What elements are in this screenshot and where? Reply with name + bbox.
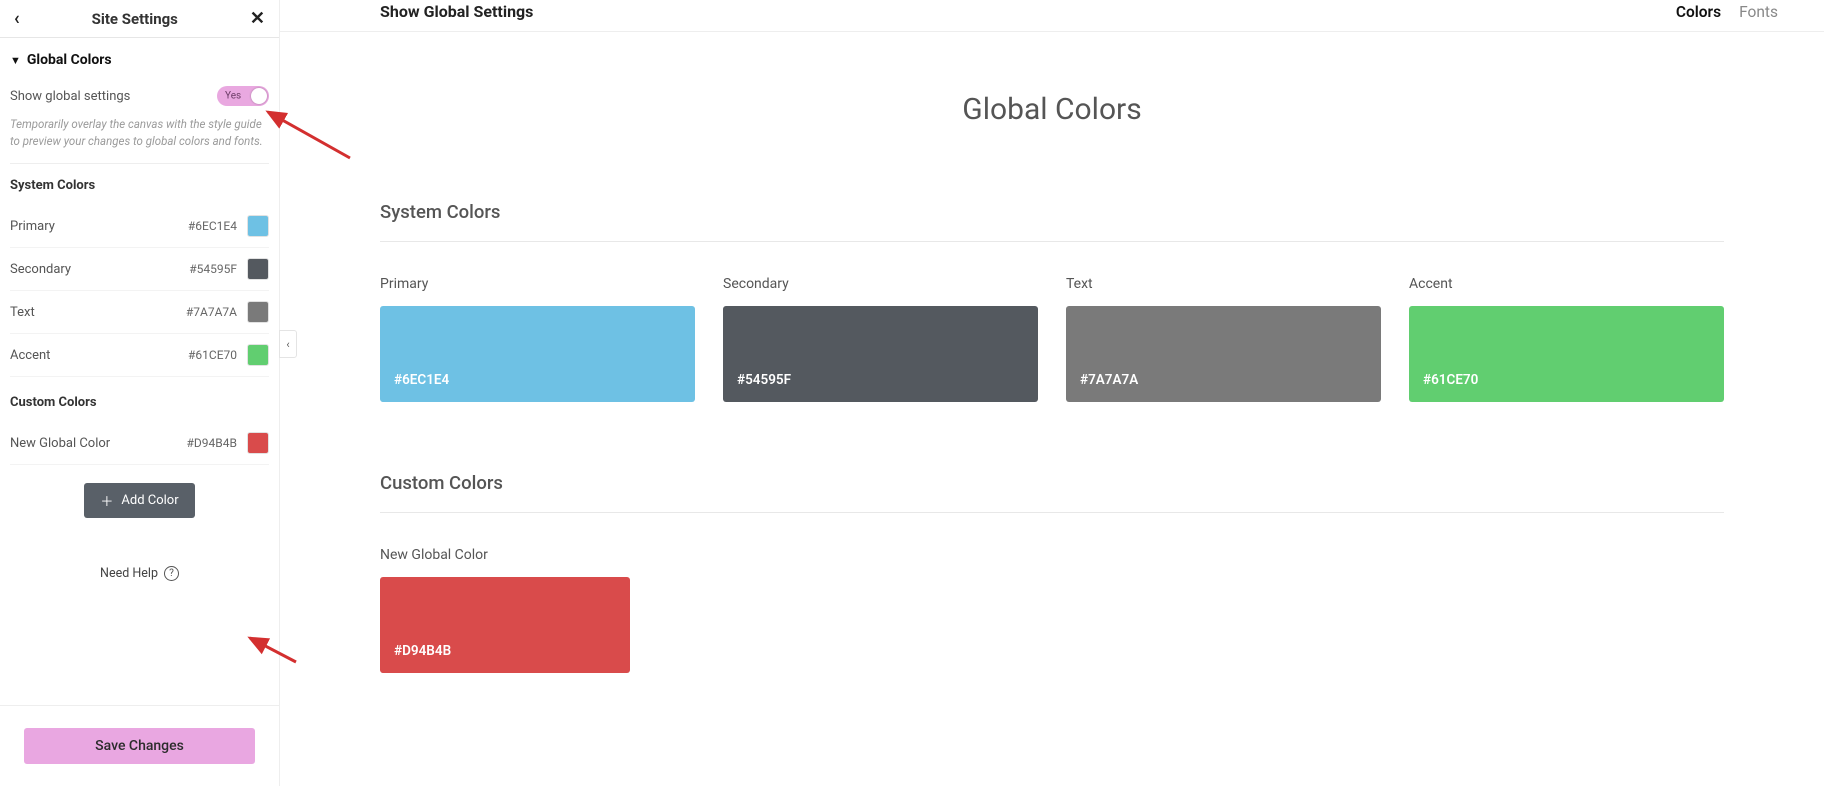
sidebar-title: Site Settings <box>92 10 178 28</box>
card-label: New Global Color <box>380 547 630 563</box>
tab-colors[interactable]: Colors <box>1676 3 1721 21</box>
color-hex: #54595F <box>189 262 237 276</box>
need-help-link[interactable]: Need Help ? <box>10 566 269 581</box>
plus-icon: ＋ <box>100 491 113 510</box>
help-icon: ? <box>164 566 179 581</box>
need-help-label: Need Help <box>100 566 158 581</box>
color-row[interactable]: Primary #6EC1E4 <box>10 205 269 248</box>
card-hex: #54595F <box>737 372 791 388</box>
divider <box>10 163 269 164</box>
card-label: Secondary <box>723 276 1038 292</box>
color-card: Text #7A7A7A <box>1066 276 1381 402</box>
top-tabs: Colors Fonts <box>1676 3 1778 21</box>
main-content: Global Colors System Colors Primary #6EC1… <box>280 32 1824 673</box>
custom-card-grid: New Global Color #D94B4B <box>380 547 630 673</box>
topbar: Show Global Settings Colors Fonts <box>280 0 1824 32</box>
system-card-grid: Primary #6EC1E4 Secondary #54595F Text #7A7A7… <box>380 276 1724 402</box>
back-icon[interactable]: ‹ <box>14 8 20 29</box>
color-row[interactable]: Secondary #54595F <box>10 248 269 291</box>
custom-colors-heading: Custom Colors <box>10 395 269 410</box>
color-swatch[interactable] <box>247 344 269 366</box>
sidebar-panel: ‹ Site Settings ✕ ▼ Global Colors Show g… <box>0 0 280 786</box>
main-custom-heading: Custom Colors <box>380 472 1724 513</box>
show-global-label: Show global settings <box>10 89 130 104</box>
color-right: #D94B4B <box>187 432 269 454</box>
color-name: Secondary <box>10 262 71 277</box>
color-row[interactable]: Accent #61CE70 <box>10 334 269 377</box>
system-colors-heading: System Colors <box>10 178 269 193</box>
save-label: Save Changes <box>95 738 184 754</box>
toggle-knob <box>251 88 267 104</box>
helper-text: Temporarily overlay the canvas with the … <box>10 116 269 149</box>
main-system-heading: System Colors <box>380 201 1724 242</box>
show-global-settings-row: Show global settings Yes <box>10 86 269 106</box>
card-swatch[interactable]: #61CE70 <box>1409 306 1724 402</box>
color-right: #61CE70 <box>188 344 269 366</box>
color-swatch[interactable] <box>247 258 269 280</box>
page-title: Global Colors <box>380 92 1724 127</box>
color-row[interactable]: New Global Color #D94B4B <box>10 422 269 465</box>
card-hex: #7A7A7A <box>1080 372 1138 388</box>
card-label: Primary <box>380 276 695 292</box>
color-swatch[interactable] <box>247 301 269 323</box>
color-hex: #6EC1E4 <box>188 219 237 233</box>
color-name: New Global Color <box>10 436 110 451</box>
color-right: #7A7A7A <box>186 301 269 323</box>
card-swatch[interactable]: #54595F <box>723 306 1038 402</box>
sidebar-header: ‹ Site Settings ✕ <box>0 0 279 38</box>
save-changes-button[interactable]: Save Changes <box>24 728 255 764</box>
color-row[interactable]: Text #7A7A7A <box>10 291 269 334</box>
color-card: Primary #6EC1E4 <box>380 276 695 402</box>
color-name: Primary <box>10 219 55 234</box>
color-swatch[interactable] <box>247 432 269 454</box>
color-hex: #7A7A7A <box>186 305 237 319</box>
show-global-toggle[interactable]: Yes <box>217 86 269 106</box>
color-card: Secondary #54595F <box>723 276 1038 402</box>
card-label: Accent <box>1409 276 1724 292</box>
color-card: New Global Color #D94B4B <box>380 547 630 673</box>
color-right: #6EC1E4 <box>188 215 269 237</box>
card-label: Text <box>1066 276 1381 292</box>
color-card: Accent #61CE70 <box>1409 276 1724 402</box>
color-swatch[interactable] <box>247 215 269 237</box>
collapse-sidebar-tab[interactable]: ‹ <box>279 330 297 358</box>
card-swatch[interactable]: #D94B4B <box>380 577 630 673</box>
main-area: ‹ Show Global Settings Colors Fonts Glob… <box>280 0 1824 786</box>
card-swatch[interactable]: #6EC1E4 <box>380 306 695 402</box>
card-swatch[interactable]: #7A7A7A <box>1066 306 1381 402</box>
color-right: #54595F <box>189 258 269 280</box>
top-title: Show Global Settings <box>380 2 533 21</box>
color-hex: #61CE70 <box>188 348 237 362</box>
color-name: Text <box>10 305 35 320</box>
add-color-button[interactable]: ＋ Add Color <box>84 483 194 518</box>
card-hex: #61CE70 <box>1423 372 1478 388</box>
card-hex: #6EC1E4 <box>394 372 449 388</box>
color-name: Accent <box>10 348 50 363</box>
caret-down-icon: ▼ <box>10 54 21 67</box>
card-hex: #D94B4B <box>394 643 451 659</box>
close-icon[interactable]: ✕ <box>250 8 265 29</box>
toggle-yes-text: Yes <box>225 91 241 102</box>
section-label: Global Colors <box>27 52 112 68</box>
sidebar-body: ▼ Global Colors Show global settings Yes… <box>0 38 279 705</box>
add-color-label: Add Color <box>121 493 178 508</box>
sidebar-footer: Save Changes <box>0 705 279 786</box>
tab-fonts[interactable]: Fonts <box>1739 3 1778 21</box>
section-global-colors[interactable]: ▼ Global Colors <box>10 52 269 68</box>
color-hex: #D94B4B <box>187 436 237 450</box>
